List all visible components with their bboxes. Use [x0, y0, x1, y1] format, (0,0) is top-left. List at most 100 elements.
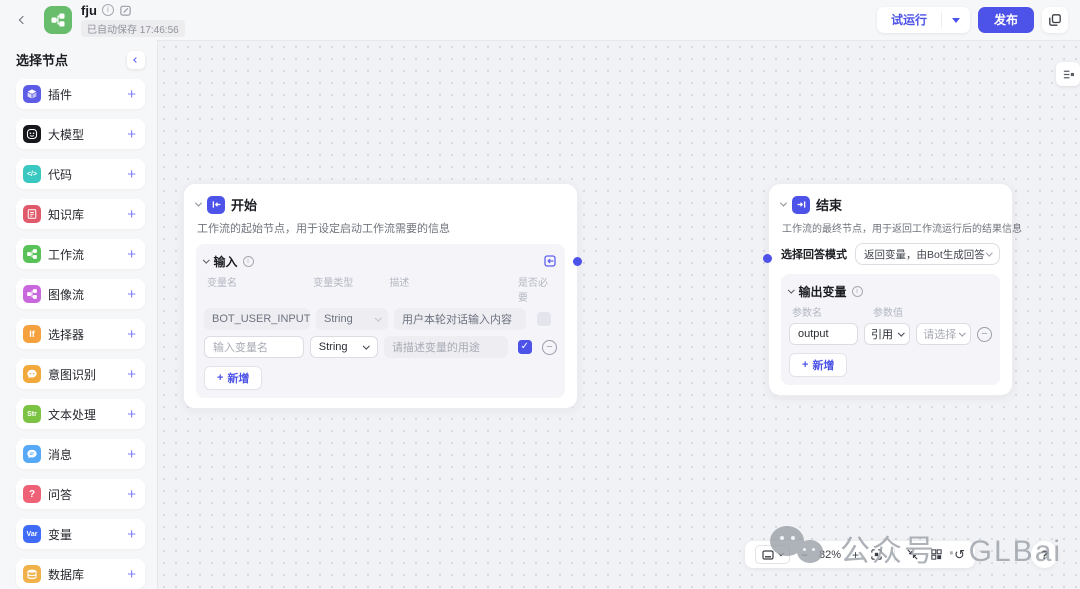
add-input-button[interactable]: + 新增 — [204, 366, 262, 390]
plus-icon[interactable]: + — [127, 327, 136, 342]
fit-view-icon — [870, 548, 883, 561]
info-icon[interactable]: i — [243, 256, 254, 267]
sidebar-item-imageflow[interactable]: 图像流 + — [16, 279, 145, 309]
input-row: 输入变量名 String 请描述变量的用途 ✓ − — [204, 336, 557, 358]
sidebar-item-llm[interactable]: 大模型 + — [16, 119, 145, 149]
plus-icon[interactable]: + — [127, 447, 136, 462]
required-checkbox[interactable]: ✓ — [518, 340, 532, 354]
autosave-status: 已自动保存 17:46:56 — [81, 20, 185, 37]
input-section-title: 输入 — [214, 253, 238, 270]
param-type-select[interactable]: 引用 — [864, 323, 910, 345]
sidebar-item-variable[interactable]: Var 变量 + — [16, 519, 145, 549]
column-param-name: 参数名 — [789, 304, 873, 319]
plus-icon[interactable]: + — [127, 567, 136, 582]
divider — [894, 548, 895, 562]
add-output-button[interactable]: + 新增 — [789, 353, 847, 377]
start-node-output-port[interactable] — [573, 257, 582, 266]
start-node[interactable]: 开始 工作流的起始节点，用于设定启动工作流需要的信息 输入 i 变量名 变量类型… — [183, 183, 578, 409]
variable-desc-input[interactable]: 请描述变量的用途 — [384, 336, 508, 358]
end-node[interactable]: 结束 工作流的最终节点，用于返回工作流运行后的结果信息 选择回答模式 返回变量，… — [768, 183, 1013, 396]
test-run-split-button: 试运行 — [877, 7, 970, 33]
input-row: BOT_USER_INPUT String 用户本轮对话输入内容 — [204, 308, 557, 330]
plus-icon[interactable]: + — [127, 487, 136, 502]
chevron-left-icon — [19, 16, 27, 24]
code-icon: </> — [23, 165, 41, 183]
plus-icon[interactable]: + — [127, 167, 136, 182]
variable-type-select[interactable]: String — [310, 336, 378, 358]
node-list: 插件 + 大模型 + </> 代码 + 知识库 + — [16, 79, 145, 589]
plus-icon[interactable]: + — [127, 367, 136, 382]
end-node-subtitle: 工作流的最终节点，用于返回工作流运行后的结果信息 — [782, 220, 1000, 235]
zoom-out-button[interactable]: − — [801, 548, 808, 562]
import-icon[interactable] — [543, 254, 557, 268]
required-checkbox — [537, 312, 551, 326]
plus-icon[interactable]: + — [127, 287, 136, 302]
back-button[interactable] — [12, 9, 34, 31]
end-node-icon — [792, 196, 810, 214]
variable-name-input[interactable]: 输入变量名 — [204, 336, 304, 358]
publish-button[interactable]: 发布 — [978, 7, 1034, 33]
text-processing-icon: Str — [23, 405, 41, 423]
sidebar-item-intent[interactable]: 意图识别 + — [16, 359, 145, 389]
output-column-headers: 参数名 参数值 — [789, 304, 992, 319]
sidebar-item-label: 代码 — [48, 166, 72, 183]
plus-icon[interactable]: + — [127, 527, 136, 542]
sidebar-item-plugin[interactable]: 插件 + — [16, 79, 145, 109]
plus-icon[interactable]: + — [127, 247, 136, 262]
input-section: 输入 i 变量名 变量类型 描述 是否必要 BOT_USER_INPUT Str… — [196, 244, 565, 398]
fit-view-button[interactable] — [870, 548, 883, 561]
plus-icon[interactable]: + — [127, 407, 136, 422]
duplicate-button[interactable] — [1042, 7, 1068, 33]
knowledge-icon — [23, 205, 41, 223]
canvas-toolbar: − 82% + ↺ — [745, 541, 975, 568]
chevron-down-icon[interactable] — [195, 200, 202, 207]
sidebar-item-selector[interactable]: If 选择器 + — [16, 319, 145, 349]
sidebar-item-text[interactable]: Str 文本处理 + — [16, 399, 145, 429]
plus-icon[interactable]: + — [127, 127, 136, 142]
remove-row-button[interactable]: − — [542, 340, 557, 355]
minimap-button[interactable] — [755, 545, 790, 564]
sidebar-collapse-button[interactable] — [127, 51, 145, 69]
top-header: fju i 已自动保存 17:46:56 试运行 发布 — [0, 0, 1080, 40]
param-value-select[interactable]: 请选择 — [916, 323, 971, 345]
help-button[interactable]: ? — [1031, 541, 1058, 568]
caret-down-icon — [952, 18, 960, 23]
chevron-left-icon — [133, 57, 139, 63]
sidebar-item-code[interactable]: </> 代码 + — [16, 159, 145, 189]
chevron-down-icon[interactable] — [788, 286, 794, 292]
info-icon[interactable]: i — [102, 4, 114, 16]
test-run-dropdown[interactable] — [942, 18, 970, 23]
qa-icon: ? — [23, 485, 41, 503]
sidebar-item-qa[interactable]: ? 问答 + — [16, 479, 145, 509]
end-node-input-port[interactable] — [763, 254, 772, 263]
chevron-down-icon[interactable] — [203, 256, 209, 262]
zoom-in-button[interactable]: + — [852, 548, 859, 562]
test-run-button[interactable]: 试运行 — [877, 7, 941, 33]
auto-layout-button[interactable] — [906, 548, 919, 561]
llm-icon — [23, 125, 41, 143]
sidebar-item-workflow[interactable]: 工作流 + — [16, 239, 145, 269]
workflow-icon — [23, 245, 41, 263]
output-section-title: 输出变量 — [799, 283, 847, 300]
chevron-down-icon[interactable] — [780, 200, 787, 207]
sidebar-item-label: 图像流 — [48, 286, 84, 303]
answer-mode-select[interactable]: 返回变量，由Bot生成回答 — [855, 243, 1000, 265]
layers-panel-toggle-button[interactable] — [1056, 62, 1080, 86]
param-name-input[interactable]: output — [789, 323, 858, 345]
sidebar-item-knowledge[interactable]: 知识库 + — [16, 199, 145, 229]
workflow-glyph-icon — [50, 12, 66, 28]
grid-view-button[interactable] — [930, 548, 943, 561]
plus-icon[interactable]: + — [127, 207, 136, 222]
sidebar-item-label: 数据库 — [48, 566, 84, 583]
variable-desc-field: 用户本轮对话输入内容 — [394, 308, 526, 330]
info-icon[interactable]: i — [852, 286, 863, 297]
sidebar-item-message[interactable]: 消息 + — [16, 439, 145, 469]
history-button[interactable]: ↺ — [954, 547, 965, 563]
edit-icon[interactable] — [119, 4, 132, 17]
sidebar-item-label: 文本处理 — [48, 406, 96, 423]
database-icon — [23, 565, 41, 583]
intent-icon — [23, 365, 41, 383]
sidebar-item-database[interactable]: 数据库 + — [16, 559, 145, 589]
remove-row-button[interactable]: − — [977, 327, 992, 342]
plus-icon[interactable]: + — [127, 87, 136, 102]
